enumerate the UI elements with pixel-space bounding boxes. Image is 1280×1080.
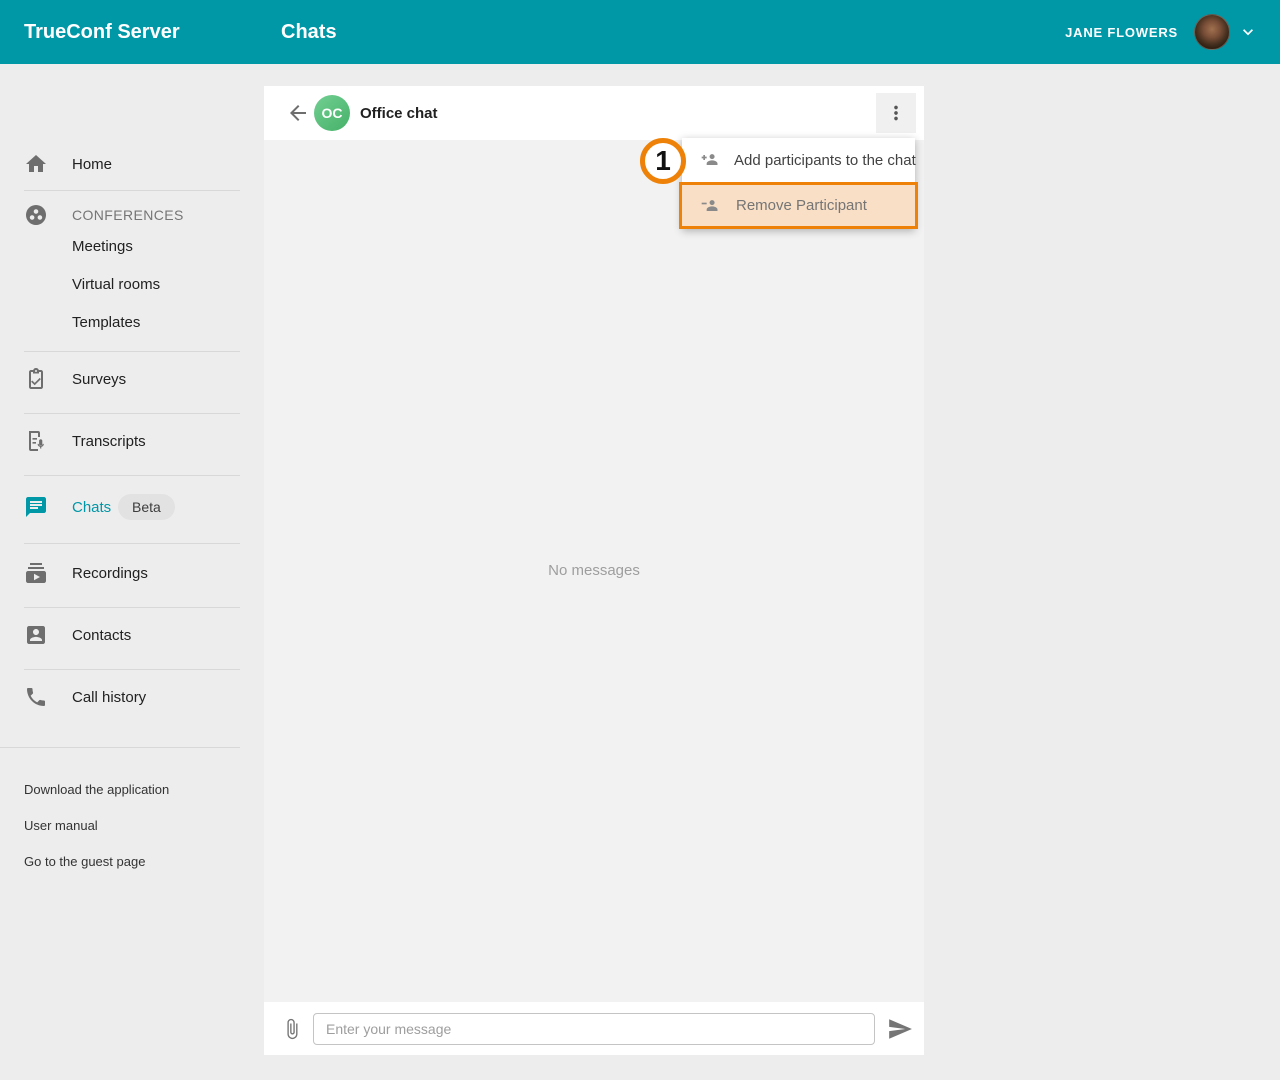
sidebar-item-meetings[interactable]: Meetings xyxy=(0,226,264,266)
menu-item-remove-participant[interactable]: Remove Participant xyxy=(679,182,918,229)
divider xyxy=(24,543,240,544)
chat-options-button[interactable] xyxy=(876,93,916,133)
sidebar-item-surveys[interactable]: Surveys xyxy=(0,359,264,399)
app-title: TrueConf Server xyxy=(24,0,180,64)
more-vert-icon xyxy=(885,102,907,124)
send-button[interactable] xyxy=(884,1014,916,1044)
sidebar-item-home[interactable]: Home xyxy=(0,144,264,184)
sidebar-item-transcripts[interactable]: Transcripts xyxy=(0,421,264,461)
chat-title: Office chat xyxy=(360,86,438,140)
chat-avatar: OC xyxy=(314,95,350,131)
divider xyxy=(24,190,240,191)
chat-options-menu: Add participants to the chat Remove Part… xyxy=(682,138,915,229)
paperclip-icon xyxy=(281,1018,303,1040)
sidebar-item-recordings[interactable]: Recordings xyxy=(0,553,264,593)
top-bar: TrueConf Server Chats JANE FLOWERS xyxy=(0,0,1280,64)
sidebar-item-contacts[interactable]: Contacts xyxy=(0,615,264,655)
sidebar-item-label: Chats xyxy=(72,499,111,516)
sidebar-item-templates[interactable]: Templates xyxy=(0,302,264,342)
user-avatar xyxy=(1194,14,1230,50)
conferences-icon xyxy=(24,203,48,227)
chevron-down-icon xyxy=(1238,22,1258,42)
sidebar-item-label: Virtual rooms xyxy=(72,276,160,293)
sidebar-item-chats[interactable]: Chats Beta xyxy=(0,487,264,527)
divider xyxy=(24,351,240,352)
send-icon xyxy=(887,1016,913,1042)
chat-panel: OC Office chat No messages Add participa… xyxy=(264,86,924,1055)
call-history-icon xyxy=(24,685,48,709)
contacts-icon xyxy=(24,623,48,647)
annotation-callout-1: 1 xyxy=(640,138,686,184)
home-icon xyxy=(24,152,48,176)
menu-item-add-participants[interactable]: Add participants to the chat xyxy=(682,138,915,182)
sidebar-item-label: Meetings xyxy=(72,238,133,255)
sidebar-item-label: Contacts xyxy=(72,627,131,644)
link-user-manual[interactable]: User manual xyxy=(24,814,240,836)
divider xyxy=(0,747,240,748)
empty-state-text: No messages xyxy=(264,562,924,579)
back-button[interactable] xyxy=(278,93,318,133)
sidebar-section-label: CONFERENCES xyxy=(72,207,184,223)
arrow-back-icon xyxy=(286,101,310,125)
sidebar-item-label: Templates xyxy=(72,314,140,331)
sidebar-item-label: Transcripts xyxy=(72,433,146,450)
transcripts-icon xyxy=(24,429,48,453)
sidebar-item-label: Recordings xyxy=(72,565,148,582)
message-input[interactable] xyxy=(313,1013,875,1045)
person-add-icon xyxy=(700,150,720,170)
surveys-icon xyxy=(24,367,48,391)
message-composer xyxy=(264,1002,924,1055)
sidebar-item-label: Call history xyxy=(72,689,146,706)
menu-item-label: Remove Participant xyxy=(736,197,867,214)
person-remove-icon xyxy=(700,196,722,216)
sidebar-item-label: Surveys xyxy=(72,371,126,388)
recordings-icon xyxy=(24,561,48,585)
divider xyxy=(24,607,240,608)
link-download-application[interactable]: Download the application xyxy=(24,778,240,800)
user-name: JANE FLOWERS xyxy=(1065,25,1178,40)
menu-item-label: Add participants to the chat xyxy=(734,152,916,169)
chat-header: OC Office chat xyxy=(264,86,924,140)
attach-file-button[interactable] xyxy=(280,1015,304,1043)
beta-badge: Beta xyxy=(118,494,175,520)
page-title: Chats xyxy=(281,0,337,64)
sidebar: Home CONFERENCES Meetings Virtual rooms … xyxy=(0,64,264,1080)
user-menu[interactable]: JANE FLOWERS xyxy=(1065,0,1258,64)
sidebar-item-label: Home xyxy=(72,156,112,173)
sidebar-item-virtual-rooms[interactable]: Virtual rooms xyxy=(0,264,264,304)
divider xyxy=(24,413,240,414)
divider xyxy=(24,475,240,476)
link-guest-page[interactable]: Go to the guest page xyxy=(24,850,240,872)
sidebar-item-call-history[interactable]: Call history xyxy=(0,677,264,717)
chats-icon xyxy=(24,495,48,519)
divider xyxy=(24,669,240,670)
